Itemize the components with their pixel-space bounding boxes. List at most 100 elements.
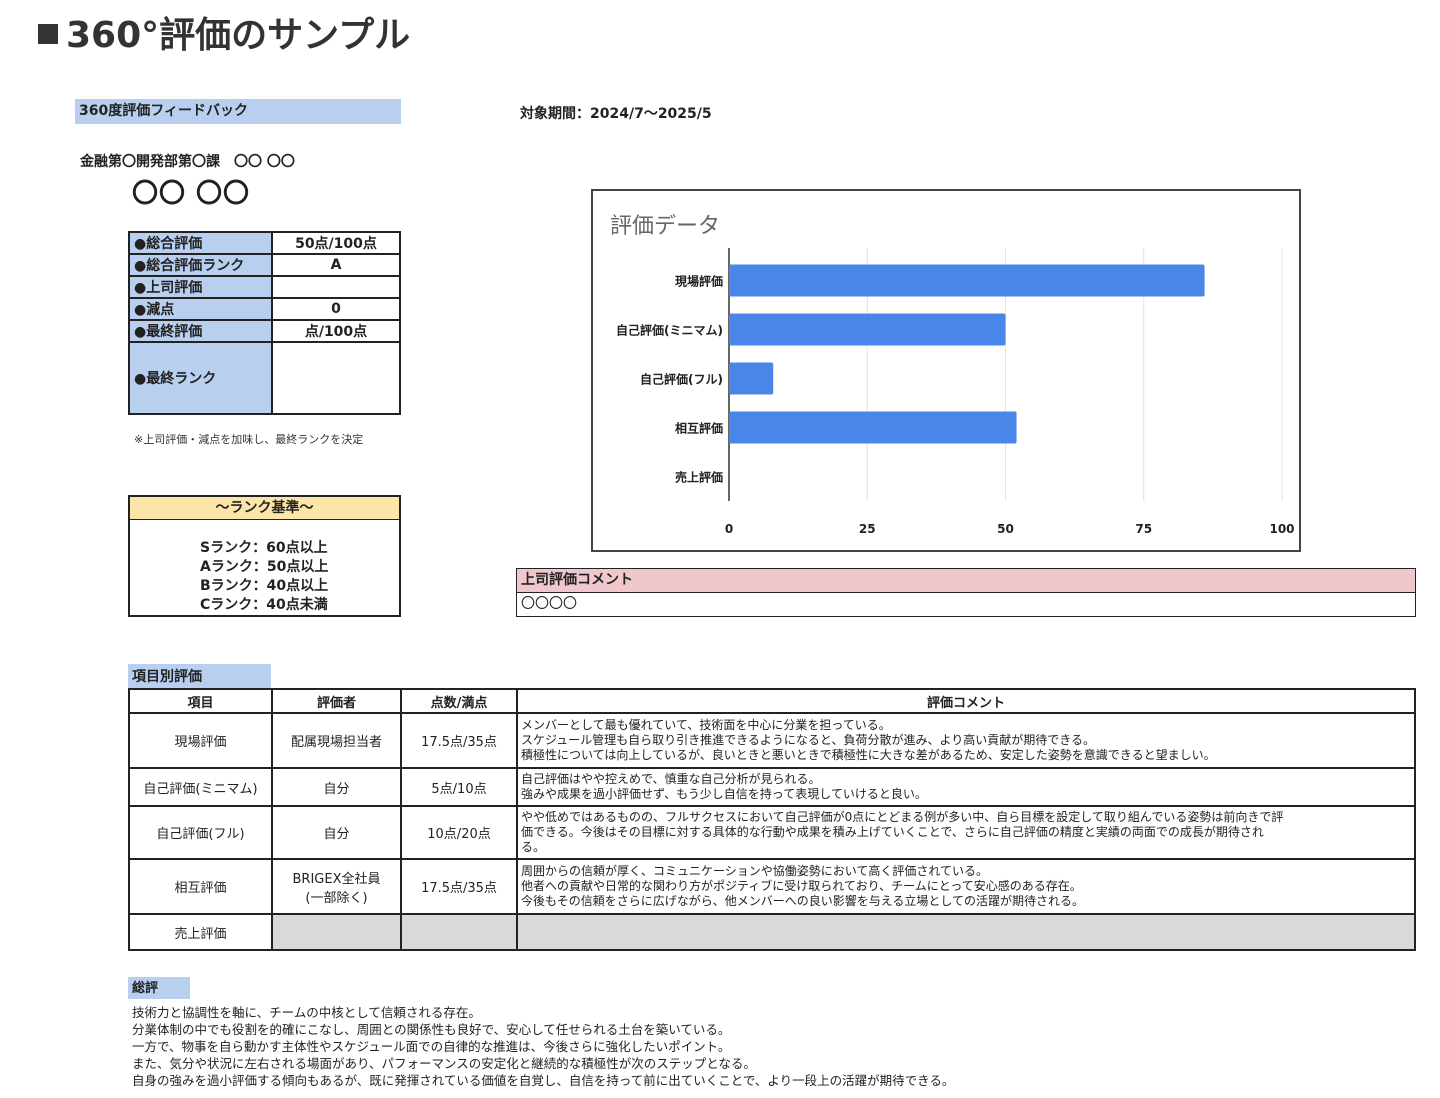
summary-label: ●総合評価ランク xyxy=(128,253,273,277)
summary-label: ●最終ランク xyxy=(128,341,273,415)
comment-line: スケジュール管理も自ら取り引き推進できるようになると、負荷分散が進み、より高い貢… xyxy=(521,733,1095,747)
column-header: 評価コメント xyxy=(516,688,1416,714)
summary-row: ●最終ランク xyxy=(128,341,401,415)
overall-line: 自身の強みを過小評価する傾向もあるが、既に発揮されている価値を自覚し、自信を持っ… xyxy=(132,1073,955,1088)
category-label: 自己評価(フル) xyxy=(640,372,723,387)
summary-value xyxy=(271,275,401,299)
summary-row: ●最終評価 点/100点 xyxy=(128,319,401,343)
comment-line: 積極性については向上しているが、良いときと悪いときで積極性に大きな差があるため、… xyxy=(521,748,1216,762)
summary-value: 0 xyxy=(271,297,401,321)
square-bullet-icon xyxy=(38,24,58,44)
comment-line: 周囲からの信頼が厚く、コミュニケーションや協働姿勢において高く評価されている。 xyxy=(521,864,989,878)
department-label: 金融第〇開発部第〇課 〇〇 〇〇 xyxy=(80,154,295,170)
category-label: 自己評価(ミニマム) xyxy=(616,323,723,338)
comment-line: 他者への貢献や日常的な関わり方がポジティブに受け取られており、チームにとって安心… xyxy=(521,879,1082,893)
summary-table: ●総合評価 50点/100点 ●総合評価ランク A ●上司評価 ●減点 0 ●最終評価… xyxy=(128,231,401,415)
table-header-row: 項目 評価者 点数/満点 評価コメント xyxy=(128,688,1416,714)
item-evaluation-table: 項目 評価者 点数/満点 評価コメント 現場評価 配属現場担当者 17.5点/3… xyxy=(128,688,1416,951)
rank-criteria-header: 〜ランク基準〜 xyxy=(130,497,399,520)
item-cell: 相互評価 xyxy=(128,858,273,915)
item-evaluation-header: 項目別評価 xyxy=(128,664,271,688)
table-row: 売上評価 xyxy=(128,913,1416,951)
x-tick-label: 0 xyxy=(725,522,733,536)
overall-text: 技術力と協調性を軸に、チームの中核として信頼される存在。 分業体制の中でも役割を… xyxy=(132,1004,954,1089)
item-cell: 売上評価 xyxy=(128,913,273,951)
rank-criteria-box: 〜ランク基準〜 Sランク：60点以上 Aランク：50点以上 Bランク：40点以上… xyxy=(128,495,401,617)
comment-cell xyxy=(516,913,1416,951)
target-period: 対象期間：2024/7〜2025/5 xyxy=(520,106,712,122)
summary-row: ●上司評価 xyxy=(128,275,401,299)
summary-note: ※上司評価・減点を加味し、最終ランクを決定 xyxy=(134,433,364,446)
evaluator-cell: 配属現場担当者 xyxy=(271,712,402,769)
page-title-text: 360°評価のサンプル xyxy=(66,15,411,56)
summary-value: 点/100点 xyxy=(271,319,401,343)
summary-value: 50点/100点 xyxy=(271,231,401,255)
summary-value: A xyxy=(271,253,401,277)
column-header: 点数/満点 xyxy=(400,688,518,714)
evaluator-line: (一部除く) xyxy=(305,890,368,906)
summary-label: ●総合評価 xyxy=(128,231,273,255)
item-cell: 自己評価(フル) xyxy=(128,805,273,860)
score-cell: 17.5点/35点 xyxy=(400,858,518,915)
evaluation-bar-chart: 0 25 50 75 100 現場評価自己評価(ミニマム) 自己評価(フル) 相互評価売上評価 xyxy=(616,248,1295,536)
rank-criteria-line: Bランク：40点以上 xyxy=(200,578,329,594)
summary-label: ●最終評価 xyxy=(128,319,273,343)
x-tick-label: 50 xyxy=(997,522,1014,536)
overall-line: 技術力と協調性を軸に、チームの中核として信頼される存在。 xyxy=(132,1005,481,1020)
evaluator-cell: 自分 xyxy=(271,805,402,860)
item-cell: 自己評価(ミニマム) xyxy=(128,767,273,807)
comment-line: る。 xyxy=(521,840,546,854)
comment-cell: 自己評価はやや控えめで、慎重な自己分析が見られる。 強みや成果を過小評価せず、も… xyxy=(516,767,1416,807)
overall-line: 一方で、物事を自ら動かす主体性やスケジュール面での自律的な推進は、今後さらに強化… xyxy=(132,1039,731,1054)
overall-header: 総評 xyxy=(128,977,190,999)
summary-row: ●減点 0 xyxy=(128,297,401,321)
summary-row: ●総合評価 50点/100点 xyxy=(128,231,401,255)
boss-comment-body: 〇〇〇〇 xyxy=(516,592,1416,617)
column-header: 評価者 xyxy=(271,688,402,714)
summary-label: ●減点 xyxy=(128,297,273,321)
bar xyxy=(729,362,774,395)
overall-line: また、気分や状況に左右される場面があり、パフォーマンスの安定化と継続的な積極性が… xyxy=(132,1056,756,1071)
comment-cell: メンバーとして最も優れていて、技術面を中心に分業を担っている。 スケジュール管理… xyxy=(516,712,1416,769)
table-row: 相互評価 BRIGEX全社員 (一部除く) 17.5点/35点 周囲からの信頼が… xyxy=(128,858,1416,915)
bar xyxy=(729,411,1017,444)
bar xyxy=(729,313,1006,346)
page-title: 360°評価のサンプル xyxy=(38,6,410,58)
evaluator-cell xyxy=(271,913,402,951)
category-label: 相互評価 xyxy=(675,421,723,436)
bar xyxy=(729,264,1205,297)
comment-line: 自己評価はやや控えめで、慎重な自己分析が見られる。 xyxy=(521,772,821,786)
comment-line: メンバーとして最も優れていて、技術面を中心に分業を担っている。 xyxy=(521,718,891,732)
overall-line: 分業体制の中でも役割を的確にこなし、周囲との関係性も良好で、安心して任せられる土… xyxy=(132,1022,731,1037)
summary-label: ●上司評価 xyxy=(128,275,273,299)
score-cell xyxy=(400,913,518,951)
score-cell: 10点/20点 xyxy=(400,805,518,860)
comment-cell: 周囲からの信頼が厚く、コミュニケーションや協働姿勢において高く評価されている。 … xyxy=(516,858,1416,915)
item-cell: 現場評価 xyxy=(128,712,273,769)
comment-line: やや低めではあるものの、フルサクセスにおいて自己評価が0点にとどまる例が多い中、… xyxy=(521,810,1284,824)
comment-line: 今後もその信頼をさらに広げながら、他メンバーへの良い影響を与える立場としての活躍… xyxy=(521,894,1085,908)
score-cell: 5点/10点 xyxy=(400,767,518,807)
column-header: 項目 xyxy=(128,688,273,714)
table-row: 現場評価 配属現場担当者 17.5点/35点 メンバーとして最も優れていて、技術… xyxy=(128,712,1416,769)
rank-criteria-line: Cランク：40点未満 xyxy=(200,597,328,613)
category-label: 売上評価 xyxy=(675,470,723,485)
feedback-header: 360度評価フィードバック xyxy=(75,99,401,124)
x-tick-label: 25 xyxy=(859,522,876,536)
evaluator-cell: BRIGEX全社員 (一部除く) xyxy=(271,858,402,915)
rank-criteria-line: Aランク：50点以上 xyxy=(200,559,329,575)
person-name: 〇〇 〇〇 xyxy=(132,179,251,209)
evaluator-line: BRIGEX全社員 xyxy=(292,871,381,887)
table-row: 自己評価(フル) 自分 10点/20点 やや低めではあるものの、フルサクセスにお… xyxy=(128,805,1416,860)
evaluator-cell: 自分 xyxy=(271,767,402,807)
summary-value xyxy=(271,341,401,415)
boss-comment-header: 上司評価コメント xyxy=(516,568,1416,593)
score-cell: 17.5点/35点 xyxy=(400,712,518,769)
comment-line: 価できる。今後はその目標に対する具体的な行動や成果を積み上げていくことで、さらに… xyxy=(521,825,1264,839)
rank-criteria-list: Sランク：60点以上 Aランク：50点以上 Bランク：40点以上 Cランク：40… xyxy=(130,520,399,615)
x-tick-label: 100 xyxy=(1269,522,1294,536)
table-row: 自己評価(ミニマム) 自分 5点/10点 自己評価はやや控えめで、慎重な自己分析… xyxy=(128,767,1416,807)
category-label: 現場評価 xyxy=(675,274,723,289)
comment-line: 強みや成果を過小評価せず、もう少し自信を持って表現していけると良い。 xyxy=(521,787,927,801)
x-tick-label: 75 xyxy=(1135,522,1152,536)
